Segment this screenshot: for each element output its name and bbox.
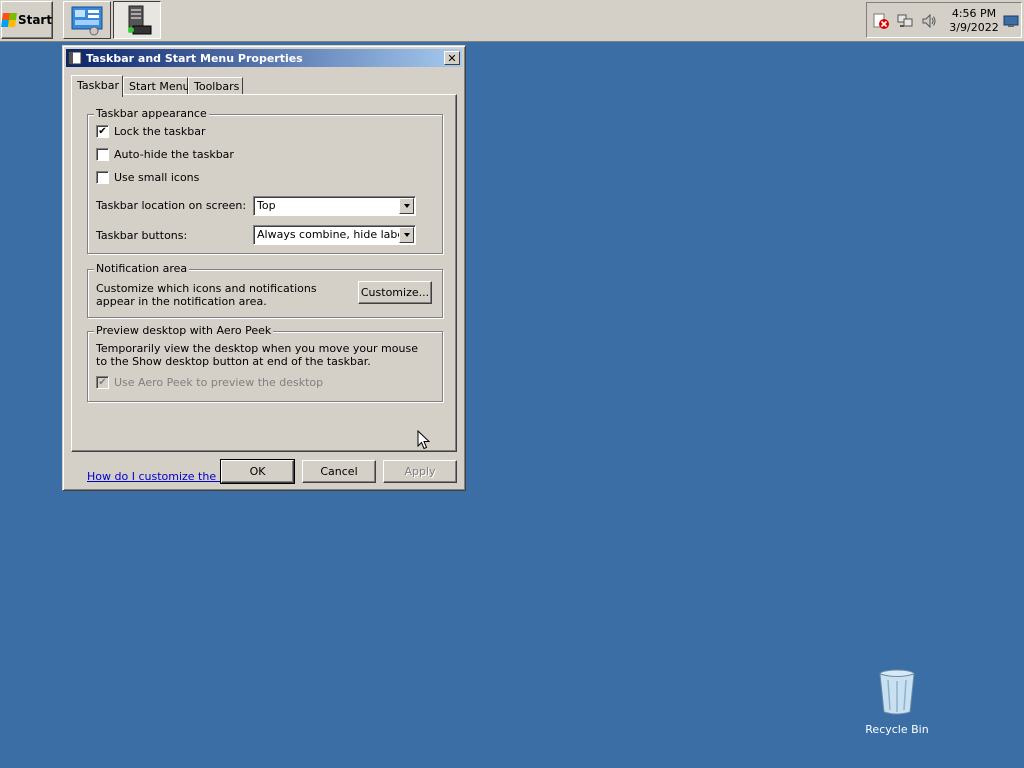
- start-label: Start: [17, 13, 53, 27]
- windows-logo-icon: [0, 13, 17, 27]
- aero-peek-title: Preview desktop with Aero Peek: [94, 324, 274, 337]
- tab-taskbar-label: Taskbar: [77, 79, 119, 92]
- notification-area-group: Notification area Customize which icons …: [87, 262, 443, 318]
- small-icons-label: Use small icons: [114, 171, 200, 184]
- cancel-button[interactable]: Cancel: [302, 460, 376, 483]
- volume-icon[interactable]: [921, 13, 937, 29]
- tab-taskbar[interactable]: Taskbar: [71, 75, 123, 97]
- network-icon[interactable]: [897, 13, 913, 29]
- taskbar-button-server-manager[interactable]: [113, 1, 161, 39]
- customize-button[interactable]: Customize...: [358, 281, 432, 304]
- system-tray: 4:56 PM 3/9/2022: [866, 2, 1022, 38]
- taskbar-location-value: Top: [257, 199, 276, 212]
- dialog-title: Taskbar and Start Menu Properties: [86, 51, 303, 65]
- apply-button[interactable]: Apply: [383, 460, 457, 483]
- aero-peek-option[interactable]: ✔ Use Aero Peek to preview the desktop: [96, 376, 323, 389]
- taskbar-tab-panel: Taskbar appearance ✔ Lock the taskbar Au…: [71, 94, 457, 483]
- recycle-bin-icon: [879, 669, 915, 715]
- lock-taskbar-option[interactable]: ✔ Lock the taskbar: [96, 125, 206, 138]
- taskbar: Start 4:56 PM 3/9/2022: [0, 0, 1024, 42]
- chevron-down-icon: [403, 233, 410, 237]
- security-alert-icon[interactable]: [873, 13, 889, 29]
- taskbar-appearance-title: Taskbar appearance: [94, 107, 209, 120]
- clock-date: 3/9/2022: [949, 21, 999, 34]
- taskbar-location-label: Taskbar location on screen:: [96, 199, 247, 212]
- taskbar-location-select[interactable]: Top: [253, 196, 416, 216]
- notification-area-description: Customize which icons and notifications …: [96, 282, 317, 308]
- taskbar-appearance-group: Taskbar appearance ✔ Lock the taskbar Au…: [87, 107, 443, 254]
- control-panel-icon: [71, 6, 103, 36]
- tab-start-menu-label: Start Menu: [129, 80, 190, 93]
- close-button[interactable]: ✕: [444, 51, 460, 65]
- taskbar-button-control-panel[interactable]: [63, 1, 111, 39]
- close-icon: ✕: [447, 51, 457, 65]
- start-button[interactable]: Start: [0, 1, 53, 39]
- clock[interactable]: 4:56 PM 3/9/2022: [947, 7, 1001, 35]
- chevron-down-icon: [403, 204, 410, 208]
- aero-peek-description: Temporarily view the desktop when you mo…: [96, 342, 418, 368]
- tab-toolbars[interactable]: Toolbars: [188, 77, 243, 95]
- taskbar-buttons-dropdown-button[interactable]: [399, 227, 414, 243]
- recycle-bin-label: Recycle Bin: [865, 723, 929, 736]
- cancel-button-label: Cancel: [320, 465, 358, 478]
- taskbar-buttons-select[interactable]: Always combine, hide labels: [253, 225, 416, 245]
- apply-button-label: Apply: [404, 465, 436, 478]
- recycle-bin[interactable]: Recycle Bin: [862, 668, 932, 736]
- small-icons-option[interactable]: Use small icons: [96, 171, 199, 184]
- taskbar-location-dropdown-button[interactable]: [399, 198, 414, 214]
- taskbar-buttons-label: Taskbar buttons:: [96, 229, 188, 242]
- auto-hide-label: Auto-hide the taskbar: [114, 148, 234, 161]
- auto-hide-checkbox[interactable]: [96, 148, 109, 161]
- show-desktop-icon[interactable]: [1003, 13, 1019, 29]
- lock-taskbar-label: Lock the taskbar: [114, 125, 206, 138]
- server-manager-icon: [128, 5, 152, 35]
- notification-area-title: Notification area: [94, 262, 190, 275]
- aero-peek-checkbox[interactable]: ✔: [96, 376, 109, 389]
- lock-taskbar-checkbox[interactable]: ✔: [96, 125, 109, 138]
- mouse-cursor-icon: [417, 430, 430, 450]
- customize-button-label: Customize...: [360, 286, 430, 299]
- small-icons-checkbox[interactable]: [96, 171, 109, 184]
- taskbar-properties-icon: [68, 51, 82, 65]
- taskbar-buttons-value: Always combine, hide labels: [257, 228, 413, 241]
- taskbar-properties-dialog: Taskbar and Start Menu Properties ✕ Task…: [62, 45, 466, 491]
- aero-peek-group: Preview desktop with Aero Peek Temporari…: [87, 324, 443, 402]
- aero-peek-label: Use Aero Peek to preview the desktop: [114, 376, 324, 389]
- clock-time: 4:56 PM: [951, 7, 997, 20]
- tab-toolbars-label: Toolbars: [194, 80, 240, 93]
- dialog-titlebar[interactable]: Taskbar and Start Menu Properties ✕: [66, 49, 462, 67]
- tab-start-menu[interactable]: Start Menu: [123, 77, 190, 95]
- ok-button[interactable]: OK: [220, 459, 295, 484]
- ok-button-label: OK: [249, 465, 266, 478]
- auto-hide-option[interactable]: Auto-hide the taskbar: [96, 148, 234, 161]
